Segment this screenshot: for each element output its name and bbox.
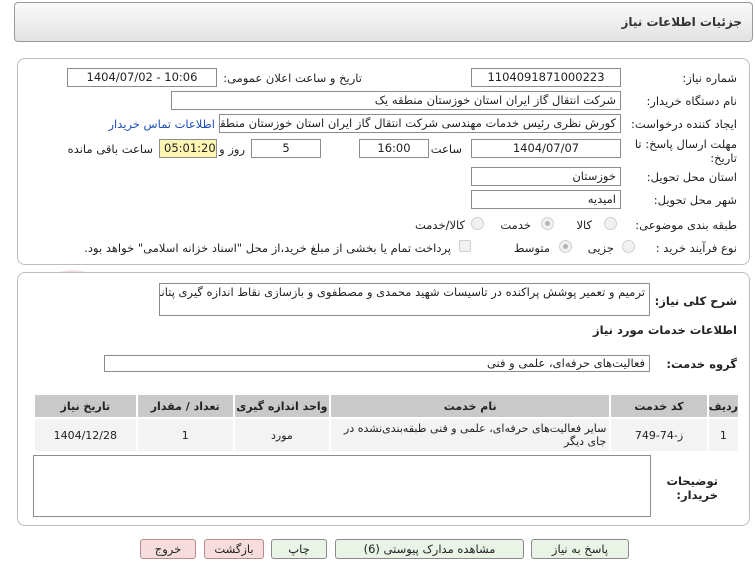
buyer-contact-link[interactable]: اطلاعات تماس خریدار <box>108 117 215 131</box>
category-label: طبقه بندی موضوعی: <box>635 218 737 232</box>
reply-button[interactable]: پاسخ به نیاز <box>531 539 629 559</box>
creator-field: کورش نظری رئیس خدمات مهندسی شرکت انتقال … <box>219 114 621 133</box>
days-field: 5 <box>251 139 321 158</box>
process-option-minor: جزیی <box>587 241 614 255</box>
category-option-goods-service: کالا/خدمت <box>414 218 465 232</box>
cell-row-number: 1 <box>706 417 741 453</box>
city-field: امیدیه <box>471 190 621 209</box>
cell-need-date: 1404/12/28 <box>33 417 138 453</box>
col-need-date: تاریخ نیاز <box>33 393 138 419</box>
service-group-label: گروه خدمت: <box>666 357 737 371</box>
deadline-time-label: ساعت <box>430 142 462 156</box>
treasury-payment-checkbox[interactable] <box>459 240 471 252</box>
view-attachments-button[interactable]: مشاهده مدارک پیوستی (6) <box>335 539 524 559</box>
need-number-field: 1104091871000223 <box>471 68 621 87</box>
col-row-number: ردیف <box>706 393 741 419</box>
services-heading: اطلاعات خدمات مورد نیاز <box>593 323 737 337</box>
category-radio-goods-service[interactable] <box>471 217 484 230</box>
services-table: ردیف کد خدمت نام خدمت واحد اندازه گیری ت… <box>33 393 741 453</box>
table-row: 1 ز-74-749 سایر فعالیت‌های حرفه‌ای، علمی… <box>33 417 741 453</box>
col-unit: واحد اندازه گیری <box>232 393 331 419</box>
col-service-code: کد خدمت <box>609 393 709 419</box>
treasury-payment-note: پرداخت تمام یا بخشی از مبلغ خرید،از محل … <box>84 241 451 255</box>
description-field: ترمیم و تعمیر پوشش پراکنده در تاسیسات شه… <box>159 283 650 316</box>
process-option-medium: متوسط <box>513 241 550 255</box>
exit-button[interactable]: خروج <box>140 539 196 559</box>
process-radio-medium[interactable] <box>559 240 572 253</box>
need-number-label: شماره نیاز: <box>682 71 737 85</box>
remaining-time-field: 05:01:20 <box>159 139 217 158</box>
deadline-label-date: تاریخ: <box>710 151 737 165</box>
cell-service-code: ز-74-749 <box>609 417 709 453</box>
buyer-notes-field <box>33 455 651 517</box>
announce-date-label: تاریخ و ساعت اعلان عمومی: <box>223 71 362 85</box>
buyer-notes-label: توضیحات <box>666 474 719 488</box>
cell-unit: مورد <box>232 417 331 453</box>
category-option-service: خدمت <box>500 218 531 232</box>
deadline-date-field: 1404/07/07 <box>471 139 621 158</box>
buyer-notes-label-2: خریدار: <box>676 488 718 502</box>
cell-service-name: سایر فعالیت‌های حرفه‌ای، علمی و فنی طبقه… <box>328 417 612 453</box>
col-quantity: تعداد / مقدار <box>135 393 235 419</box>
province-field: خوزستان <box>471 167 621 186</box>
print-button[interactable]: چاپ <box>271 539 327 559</box>
announce-date-field: 1404/07/02 - 10:06 <box>67 68 217 87</box>
deadline-time-field: 16:00 <box>359 139 429 158</box>
buyer-label: نام دستگاه خریدار: <box>646 94 737 108</box>
days-label: روز و <box>219 142 245 156</box>
deadline-label: مهلت ارسال پاسخ: تا <box>634 137 737 151</box>
remaining-time-label: ساعت باقی مانده <box>67 142 153 156</box>
province-label: استان محل تحویل: <box>646 170 737 184</box>
category-option-goods: کالا <box>576 218 592 232</box>
col-service-name: نام خدمت <box>328 393 612 419</box>
cell-quantity: 1 <box>135 417 235 453</box>
page-title: جزئیات اطلاعات نیاز <box>621 15 742 29</box>
description-label: شرح کلی نیاز: <box>654 294 737 308</box>
process-label: نوع فرآیند خرید : <box>655 241 737 255</box>
category-radio-goods[interactable] <box>604 217 617 230</box>
page-header: جزئیات اطلاعات نیاز <box>14 2 753 42</box>
buyer-field: شرکت انتقال گاز ایران استان خوزستان منطق… <box>171 91 621 110</box>
table-header-row: ردیف کد خدمت نام خدمت واحد اندازه گیری ت… <box>33 393 741 419</box>
creator-label: ایجاد کننده درخواست: <box>631 117 737 131</box>
service-group-field: فعالیت‌های حرفه‌ای، علمی و فنی <box>104 355 650 372</box>
request-info-panel <box>17 58 750 265</box>
process-radio-minor[interactable] <box>622 240 635 253</box>
city-label: شهر محل تحویل: <box>653 193 737 207</box>
back-button[interactable]: بازگشت <box>204 539 264 559</box>
category-radio-service[interactable] <box>541 217 554 230</box>
